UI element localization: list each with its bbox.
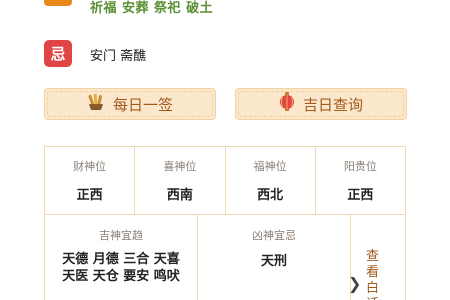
ji-items: 安门 斋醮 (90, 49, 147, 64)
sign-icon (87, 93, 105, 115)
daily-sign-button[interactable]: 每日一签 (44, 88, 216, 120)
auspicious-gods-line2: 天医 天仓 要安 鸣吠 (62, 269, 180, 284)
direction-label: 财神位 (73, 160, 107, 173)
chevron-right-icon[interactable]: ❯ (348, 274, 361, 293)
yi-items: 祈福 安葬 祭祀 破土 (90, 1, 214, 16)
direction-value: 西南 (166, 188, 193, 203)
direction-label: 福神位 (253, 160, 287, 173)
auspicious-gods-line1: 天德 月德 三合 天喜 (62, 252, 180, 267)
daily-sign-label: 每日一签 (112, 95, 173, 114)
direction-value: 西北 (257, 188, 284, 203)
direction-cell-joy: 喜神位 西南 (135, 147, 226, 215)
auspicious-gods-label: 吉神宜趋 (99, 229, 143, 242)
auspicious-gods-cell: 吉神宜趋 天德 月德 三合 天喜 天医 天仓 要安 鸣吠 (45, 215, 198, 300)
lantern-icon (279, 92, 295, 116)
ominous-gods-value: 天刑 (260, 254, 287, 269)
direction-cell-fortune: 福神位 西北 (225, 147, 316, 215)
ominous-gods-label: 凶神宜忌 (252, 229, 296, 242)
direction-cell-wealth: 财神位 正西 (45, 147, 136, 215)
direction-label: 喜神位 (163, 160, 197, 173)
ominous-gods-cell: 凶神宜忌 天刑 (198, 215, 351, 300)
lucky-day-label: 吉日查询 (302, 95, 363, 114)
direction-cell-noble: 阳贵位 正西 (315, 147, 405, 215)
direction-value: 正西 (76, 188, 103, 203)
direction-label: 阳贵位 (343, 160, 377, 173)
lucky-day-button[interactable]: 吉日查询 (235, 88, 407, 120)
yi-badge (44, 0, 72, 6)
direction-value: 正西 (347, 188, 374, 203)
ji-badge: 忌 (44, 40, 72, 67)
view-more-link[interactable]: 查看白话 (366, 249, 380, 300)
